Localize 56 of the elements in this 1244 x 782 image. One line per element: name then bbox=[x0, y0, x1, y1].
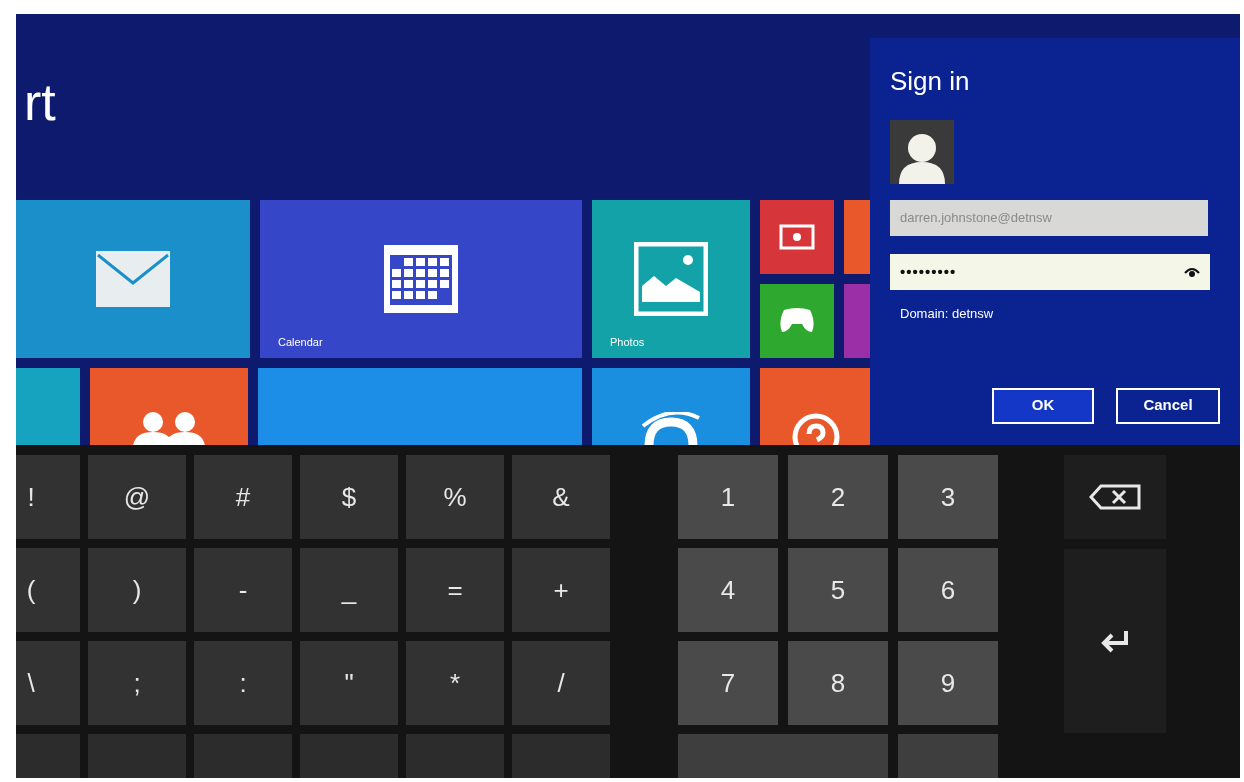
keyboard-key[interactable]: & bbox=[512, 455, 610, 539]
help-icon bbox=[791, 412, 841, 445]
keyboard-key[interactable]: = bbox=[406, 548, 504, 632]
app-tile[interactable] bbox=[16, 368, 80, 445]
game-controller-icon bbox=[778, 308, 816, 334]
keyboard-key[interactable]: " bbox=[300, 641, 398, 725]
keyboard-key[interactable]: \ bbox=[16, 641, 80, 725]
password-field[interactable]: ••••••••• bbox=[890, 254, 1210, 290]
enter-icon bbox=[1100, 629, 1130, 653]
keyboard-key[interactable]: 5 bbox=[788, 548, 888, 632]
keyboard-key[interactable]: 9 bbox=[898, 641, 998, 725]
landscape-picture-icon bbox=[634, 242, 708, 316]
dialog-button[interactable]: Cancel bbox=[1116, 387, 1220, 424]
keyboard-key[interactable]: : bbox=[194, 641, 292, 725]
keyboard-key[interactable]: @ bbox=[88, 455, 186, 539]
keyboard-key[interactable]: ! bbox=[16, 455, 80, 539]
keyboard-key[interactable]: ; bbox=[88, 641, 186, 725]
keyboard-key[interactable]: - bbox=[194, 548, 292, 632]
keyboard-key[interactable]: $ bbox=[300, 455, 398, 539]
keyboard-key[interactable]: # bbox=[194, 455, 292, 539]
app-tile[interactable] bbox=[760, 200, 834, 274]
envelope-icon bbox=[96, 251, 170, 307]
keyboard-key[interactable]: ) bbox=[88, 548, 186, 632]
keyboard-key[interactable]: 6 bbox=[898, 548, 998, 632]
person-silhouette-icon bbox=[897, 132, 947, 184]
letter-e-browser-icon bbox=[641, 412, 701, 445]
keyboard-key[interactable]: 8 bbox=[788, 641, 888, 725]
app-tile[interactable] bbox=[760, 368, 872, 445]
app-tile[interactable] bbox=[16, 200, 250, 358]
calendar-icon bbox=[384, 245, 458, 313]
keyboard-key[interactable]: 4 bbox=[678, 548, 778, 632]
keyboard-key[interactable]: % bbox=[406, 455, 504, 539]
dialog-title: Sign in bbox=[890, 68, 971, 94]
keyboard-key[interactable]: 1 bbox=[678, 455, 778, 539]
video-icon bbox=[779, 224, 815, 250]
app-tile[interactable] bbox=[90, 368, 248, 445]
app-tile[interactable]: Calendar bbox=[260, 200, 582, 358]
keyboard-key[interactable]: 2 bbox=[788, 455, 888, 539]
start-title: rt bbox=[24, 76, 56, 128]
keyboard-key[interactable]: 7 bbox=[678, 641, 778, 725]
keyboard-key[interactable]: + bbox=[512, 548, 610, 632]
tile-label: Calendar bbox=[278, 334, 323, 350]
reveal-password-icon[interactable] bbox=[1184, 267, 1200, 277]
app-tile[interactable] bbox=[592, 368, 750, 445]
app-tile[interactable] bbox=[760, 284, 834, 358]
keyboard-key[interactable]: / bbox=[512, 641, 610, 725]
keyboard-key[interactable] bbox=[1064, 455, 1166, 539]
keyboard-key[interactable]: 3 bbox=[898, 455, 998, 539]
backspace-icon bbox=[1089, 484, 1141, 510]
keyboard-key[interactable]: _ bbox=[300, 548, 398, 632]
domain-text: Domain: detnsw bbox=[899, 305, 995, 323]
app-tile[interactable] bbox=[258, 368, 582, 445]
dialog-button[interactable]: OK bbox=[992, 387, 1094, 424]
tile-label: Photos bbox=[610, 334, 645, 350]
keyboard-key[interactable]: * bbox=[406, 641, 504, 725]
keyboard-key[interactable]: ( bbox=[16, 548, 80, 632]
